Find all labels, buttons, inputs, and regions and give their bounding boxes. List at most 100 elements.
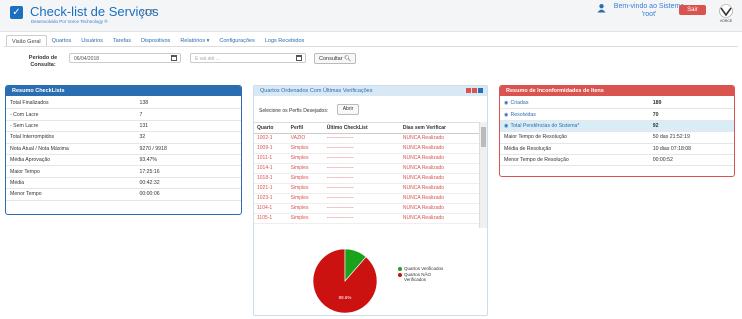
- table-row[interactable]: 1002-1 VAZIO ---------------- NUNCA Realiza…: [254, 133, 480, 144]
- cell-last: ----------------: [323, 213, 400, 224]
- summary-row: - Sem Lacre 131: [6, 121, 241, 133]
- cell-room[interactable]: 1105-1: [254, 213, 288, 224]
- start-date-input[interactable]: 06/04/2018: [69, 53, 181, 63]
- app-title: Check-list de Serviços: [30, 4, 159, 19]
- end-date-input[interactable]: E vai até ...: [190, 53, 306, 63]
- nonconformity-row: Maior Tempo de Resolução 50 das 21:52:19: [500, 132, 734, 144]
- calendar-icon[interactable]: [296, 55, 302, 61]
- pie-legend: Quartos Verificados Quartos NÃO Verifica…: [398, 266, 448, 283]
- table-row[interactable]: 1009-1 Simples ---------------- NUNCA Reali…: [254, 143, 480, 154]
- start-date-value: 06/04/2018: [74, 56, 100, 62]
- table-row[interactable]: 1014-1 Simples ---------------- NUNCA Reali…: [254, 163, 480, 174]
- summary-label: Menor Tempo: [10, 191, 42, 198]
- cell-profile: Simples: [287, 203, 324, 214]
- cell-room[interactable]: 1014-1: [254, 163, 288, 174]
- table-row[interactable]: 1018-1 Simples ---------------- NUNCA Reali…: [254, 173, 480, 184]
- cell-room[interactable]: 1023-1: [254, 193, 288, 204]
- nonconformity-row[interactable]: ◉ Total Pendências do Sistema* 92: [500, 120, 734, 133]
- legend-swatch: [398, 266, 402, 271]
- grid-view-icon[interactable]: [472, 88, 477, 93]
- panel-title: Resumo de Inconformidades de Itens: [500, 86, 734, 96]
- cell-last: ----------------: [323, 173, 400, 184]
- cell-days: NUNCA Realizado: [399, 163, 480, 174]
- rooms-panel: Quartos Ordenados Com Últimas Verificaçõ…: [253, 85, 488, 316]
- column-header[interactable]: Último CheckList: [323, 123, 400, 134]
- nonconformity-row: Menor Tempo de Resolução 00:00:52: [500, 155, 734, 167]
- list-view-icon[interactable]: [466, 88, 471, 93]
- nonconformity-label-text: Resolvidas: [510, 111, 536, 118]
- rooms-pie-chart: 88.6%: [312, 248, 378, 314]
- summary-label: Total Finalizados: [10, 100, 49, 107]
- cell-days: NUNCA Realizado: [399, 153, 480, 164]
- eye-icon: ◉: [504, 100, 509, 107]
- summary-row: Média 00:42:32: [6, 178, 241, 190]
- cell-room[interactable]: 1021-1: [254, 183, 288, 194]
- cell-room[interactable]: 1104-1: [254, 203, 288, 214]
- column-header[interactable]: Quarto: [254, 123, 288, 134]
- table-row[interactable]: 1021-1 Simples ---------------- NUNCA Reali…: [254, 183, 480, 194]
- summary-value: 138: [139, 100, 149, 107]
- nonconformity-row: Média de Resolução 10 dias 07:18:08: [500, 144, 734, 155]
- rooms-table: Quarto Perfil Último CheckList Dias sem Ver…: [254, 123, 480, 224]
- table-row[interactable]: 1105-1 Simples ---------------- NUNCA Reali…: [254, 213, 480, 224]
- nonconformity-value: 50 das 21:52:19: [652, 134, 690, 141]
- summary-row: Maior Tempo 17:25:16: [6, 166, 241, 178]
- column-header[interactable]: Dias sem Verificar: [399, 123, 480, 134]
- summary-label: Média Aprovação: [10, 157, 51, 164]
- nonconformity-value: 00:00:52: [652, 157, 673, 164]
- legend-item-verified: Quartos Verificados: [398, 266, 448, 271]
- nonconformity-value: 10 dias 07:18:08: [652, 145, 692, 152]
- summary-label: Total Interrompidos: [10, 134, 55, 141]
- column-header[interactable]: Perfil: [287, 123, 324, 134]
- table-row[interactable]: 1104-1 Simples ---------------- NUNCA Reali…: [254, 203, 480, 214]
- svg-text:VORCE: VORCE: [720, 19, 733, 23]
- app-version: v1.5: [141, 9, 155, 16]
- summary-label: - Com Lacre: [10, 111, 39, 118]
- cell-room[interactable]: 1009-1: [254, 143, 288, 154]
- calendar-icon[interactable]: [171, 55, 177, 61]
- nonconformity-value: 92: [652, 122, 659, 129]
- cell-profile: Simples: [287, 153, 324, 164]
- nonconformity-row[interactable]: ◉ Criadas 189: [500, 98, 734, 110]
- legend-swatch: [398, 272, 402, 277]
- eye-icon: ◉: [504, 122, 509, 129]
- nonconformity-value: 189: [652, 100, 662, 107]
- summary-value: 00:42:32: [139, 179, 160, 186]
- cell-room[interactable]: 1011-1: [254, 153, 288, 164]
- summary-label: - Sem Lacre: [10, 122, 39, 129]
- user-icon: [597, 4, 606, 13]
- scroll-thumb[interactable]: [481, 127, 486, 147]
- nonconformity-label-text: Maior Tempo de Resolução: [504, 134, 568, 141]
- cell-days: NUNCA Realizado: [399, 183, 480, 194]
- view-toggle: [466, 88, 483, 93]
- logout-button[interactable]: Sair: [679, 5, 706, 15]
- cell-profile: Simples: [287, 213, 324, 224]
- panel-title: Quartos Ordenados Com Últimas Verificaçõ…: [254, 86, 487, 96]
- consult-button[interactable]: Consultar 🔍︎: [314, 53, 357, 64]
- cell-last: ----------------: [323, 203, 400, 214]
- summary-value: 17:25:16: [139, 168, 160, 175]
- legend-label: Quartos Verificados: [404, 266, 444, 271]
- cell-room[interactable]: 1018-1: [254, 173, 288, 184]
- period-label: Período de Consulta:: [28, 55, 58, 68]
- scrollbar[interactable]: [479, 122, 487, 228]
- cell-days: NUNCA Realizado: [399, 193, 480, 204]
- nonconformity-row[interactable]: ◉ Resolvidas 70: [500, 109, 734, 121]
- summary-row: Média Aprovação 93.47%: [6, 155, 241, 167]
- summary-label: Nota Atual / Nota Máxima: [10, 145, 69, 152]
- table-view-icon[interactable]: [478, 88, 483, 93]
- summary-row: - Com Lacre 7: [6, 109, 241, 121]
- cell-profile: Simples: [287, 193, 324, 204]
- cell-room[interactable]: 1002-1: [254, 133, 288, 144]
- nonconformity-label: ◉ Total Pendências do Sistema*: [504, 123, 653, 129]
- cell-last: ----------------: [323, 153, 400, 164]
- table-row[interactable]: 1011-1 Simples ---------------- NUNCA Reali…: [254, 153, 480, 164]
- welcome-text: Bem-vindo ao Sistema 'root': [613, 3, 685, 18]
- open-button[interactable]: Abrir: [337, 104, 359, 115]
- nonconformity-label-text: Criadas: [510, 100, 529, 107]
- table-row[interactable]: 1023-1 Simples ---------------- NUNCA Reali…: [254, 193, 480, 204]
- eye-icon: ◉: [504, 111, 509, 118]
- cell-last: ----------------: [323, 183, 400, 194]
- panel-title: Resumo CheckLists: [6, 86, 241, 96]
- summary-value: 32: [139, 134, 146, 141]
